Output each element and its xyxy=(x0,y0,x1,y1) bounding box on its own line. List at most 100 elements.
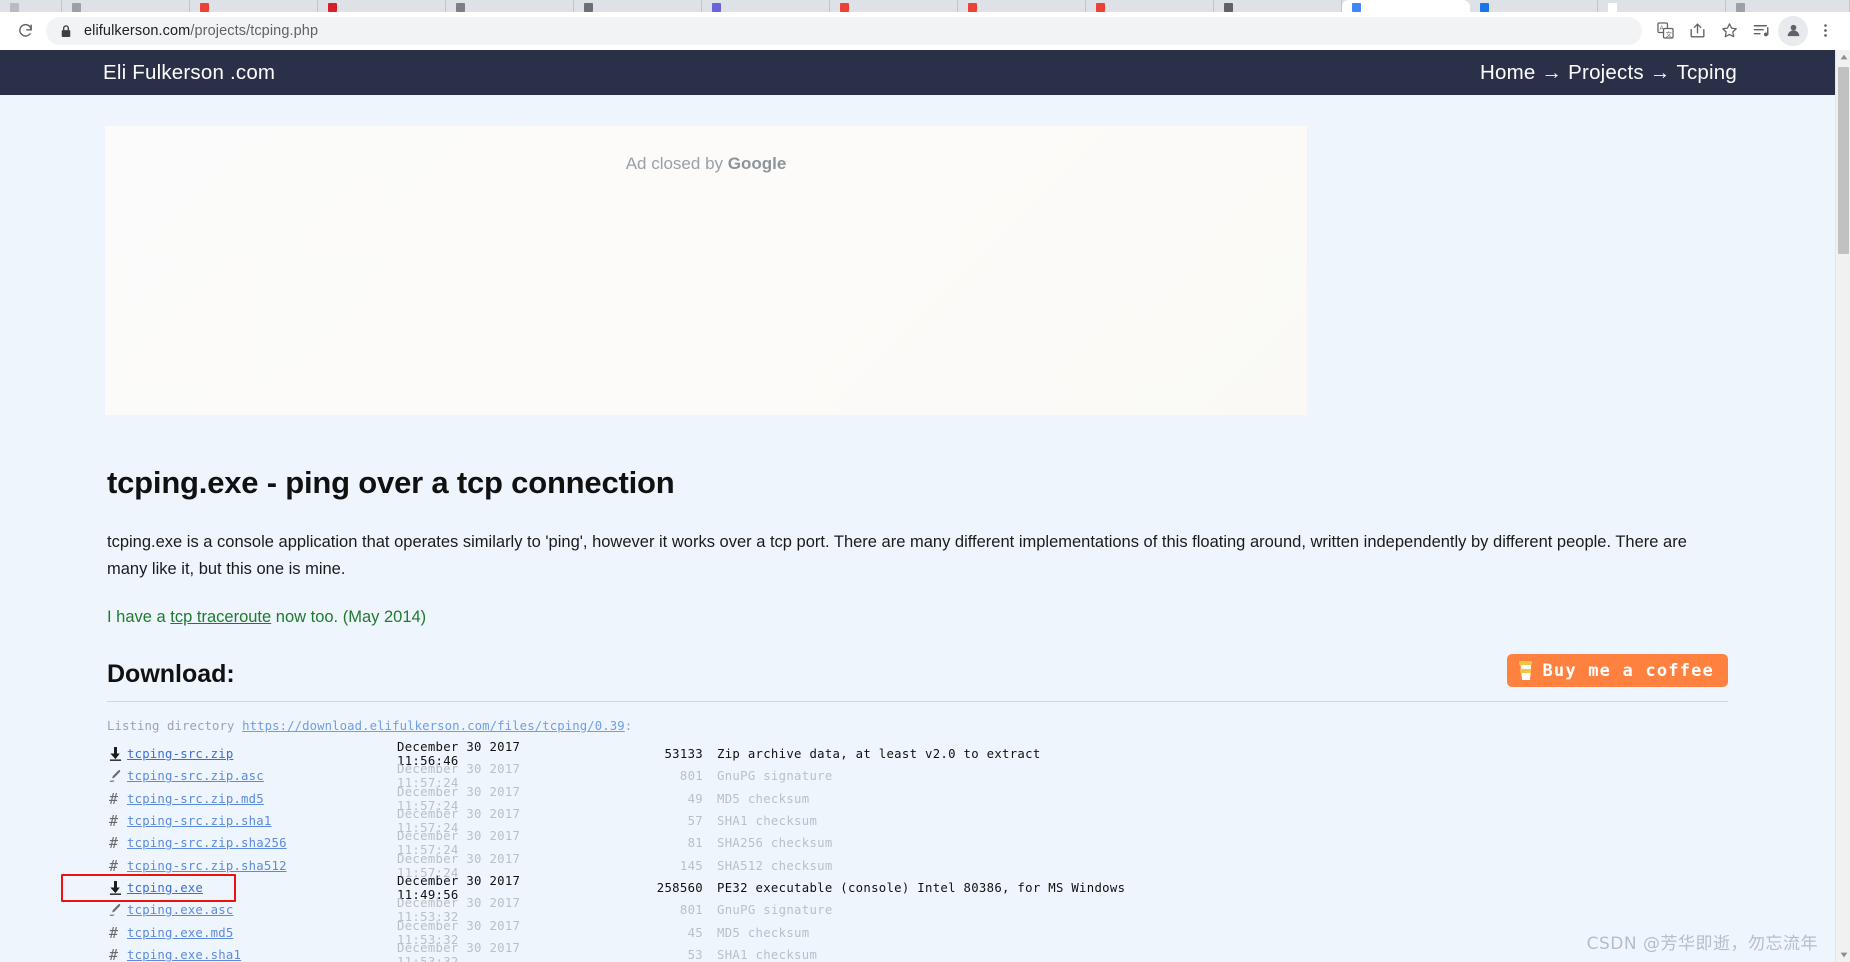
browser-tab-9[interactable] xyxy=(1086,0,1214,12)
file-description-cell: GnuPG signature xyxy=(717,903,833,918)
ad-slot: Ad closed by Google xyxy=(105,126,1307,415)
file-size-cell: 53 xyxy=(687,947,703,962)
lock-icon xyxy=(60,24,72,38)
browser-tab-7[interactable] xyxy=(830,0,958,12)
file-row: # tcping-src.zip.sha1 December 30 2017 11:… xyxy=(107,807,1728,835)
file-size-cell: 801 xyxy=(679,769,703,784)
file-name-cell: tcping-src.zip.md5 xyxy=(127,792,397,806)
file-row: tcping-src.zip December 30 2017 11:56:46 5… xyxy=(107,740,1728,768)
file-name-cell: tcping-src.zip.sha1 xyxy=(127,814,397,828)
note-suffix: now too. (May 2014) xyxy=(271,608,427,626)
download-heading: Download: xyxy=(107,660,235,688)
tab-favicon-icon xyxy=(10,3,19,12)
file-size-cell: 45 xyxy=(687,925,703,940)
breadcrumb-item-projects[interactable]: Projects xyxy=(1568,61,1644,84)
translate-icon[interactable]: A 文 xyxy=(1650,16,1680,46)
file-link-tcping-exe-sha1[interactable]: tcping.exe.sha1 xyxy=(127,948,241,962)
tcp-traceroute-link[interactable]: tcp traceroute xyxy=(170,608,271,626)
bookmark-star-icon[interactable] xyxy=(1714,16,1744,46)
browser-tab-4[interactable] xyxy=(446,0,574,12)
file-rows-container: tcping-src.zip December 30 2017 11:56:46 5… xyxy=(61,740,1728,962)
file-description-cell: GnuPG signature xyxy=(717,769,833,784)
browser-toolbar: elifulkerson.com/projects/tcping.php A 文 xyxy=(0,12,1850,50)
page-title: tcping.exe - ping over a tcp connection xyxy=(107,465,675,500)
address-bar[interactable]: elifulkerson.com/projects/tcping.php xyxy=(46,16,1642,45)
browser-tab-5[interactable] xyxy=(574,0,702,12)
scroll-up-arrow-icon[interactable] xyxy=(1836,50,1850,64)
file-link-tcping-src-zip[interactable]: tcping-src.zip xyxy=(127,747,233,761)
file-link-tcping-exe-asc[interactable]: tcping.exe.asc xyxy=(127,903,233,917)
file-link-tcping-exe[interactable]: tcping.exe xyxy=(127,881,203,895)
scroll-down-arrow-icon[interactable] xyxy=(1836,948,1850,962)
scrollbar-thumb[interactable] xyxy=(1838,67,1849,254)
browser-tab-3[interactable] xyxy=(318,0,446,12)
share-icon[interactable] xyxy=(1682,16,1712,46)
file-description-cell: SHA1 checksum xyxy=(717,947,818,962)
breadcrumb-item-tcping[interactable]: Tcping xyxy=(1677,61,1737,84)
file-description-cell: Zip archive data, at least v2.0 to extra… xyxy=(717,747,1041,762)
tab-favicon-icon xyxy=(1352,3,1361,12)
browser-tab-1[interactable] xyxy=(62,0,190,12)
browser-tab-11[interactable] xyxy=(1342,0,1470,12)
file-description-cell: PE32 executable (console) Intel 80386, f… xyxy=(717,880,1126,895)
file-size-cell: 81 xyxy=(687,836,703,851)
browser-tab-13[interactable] xyxy=(1598,0,1726,12)
browser-tab-strip[interactable] xyxy=(0,0,1850,12)
url-domain: elifulkerson.com xyxy=(84,22,191,39)
buy-me-a-coffee-button[interactable]: Buy me a coffee xyxy=(1507,654,1728,687)
browser-tab-12[interactable] xyxy=(1470,0,1598,12)
reading-list-icon[interactable] xyxy=(1746,16,1776,46)
tab-favicon-icon xyxy=(712,3,721,12)
file-link-tcping-src-zip-sha256[interactable]: tcping-src.zip.sha256 xyxy=(127,836,287,850)
profile-avatar-icon[interactable] xyxy=(1778,15,1808,46)
file-description-cell: MD5 checksum xyxy=(717,925,810,940)
file-link-tcping-src-zip-asc[interactable]: tcping-src.zip.asc xyxy=(127,769,264,783)
file-link-tcping-src-zip-sha512[interactable]: tcping-src.zip.sha512 xyxy=(127,859,287,873)
file-name-cell: tcping-src.zip.sha256 xyxy=(127,836,397,850)
browser-tab-0[interactable] xyxy=(0,0,62,12)
hash-icon: # xyxy=(109,923,119,942)
browser-tab-14[interactable] xyxy=(1726,0,1850,12)
browser-tab-8[interactable] xyxy=(958,0,1086,12)
browser-tab-10[interactable] xyxy=(1214,0,1342,12)
browser-tab-2[interactable] xyxy=(190,0,318,12)
address-bar-text: elifulkerson.com/projects/tcping.php xyxy=(84,23,318,39)
tab-favicon-icon xyxy=(200,3,209,12)
file-description-cell: SHA256 checksum xyxy=(717,836,833,851)
file-row: # tcping-src.zip.sha256 December 30 2017 1… xyxy=(107,829,1728,857)
tab-favicon-icon xyxy=(584,3,593,12)
hash-icon: # xyxy=(109,789,119,808)
url-path: /projects/tcping.php xyxy=(190,22,319,39)
file-row: tcping.exe December 30 2017 11:49:56 25856… xyxy=(61,873,1728,902)
listing-caption: Listing directory https://download.elifu… xyxy=(107,719,1728,733)
listing-directory-link[interactable]: https://download.elifulkerson.com/files/… xyxy=(242,719,625,733)
file-size-cell: 801 xyxy=(679,903,703,918)
file-size-cell: 145 xyxy=(679,858,703,873)
file-name-cell: tcping.exe.md5 xyxy=(127,926,397,940)
tab-favicon-icon xyxy=(72,3,81,12)
more-menu-icon[interactable] xyxy=(1810,16,1840,46)
reload-icon[interactable] xyxy=(10,16,40,46)
site-logo-title[interactable]: Eli Fulkerson .com xyxy=(103,61,275,85)
file-row: tcping-src.zip.asc December 30 2017 11:57… xyxy=(107,762,1728,790)
file-row: # tcping-src.zip.sha512 December 30 2017 1… xyxy=(107,852,1728,880)
file-link-tcping-src-zip-sha1[interactable]: tcping-src.zip.sha1 xyxy=(127,814,271,828)
breadcrumb-arrow-icon: → xyxy=(1649,60,1671,84)
page-scrollbar[interactable] xyxy=(1835,50,1850,962)
ad-closed-label: Ad closed by Google xyxy=(626,154,787,174)
file-row: # tcping.exe.md5 December 30 2017 11:53:32… xyxy=(107,919,1728,947)
file-name-cell: tcping.exe xyxy=(127,881,397,895)
listing-caption-prefix: Listing directory xyxy=(107,719,243,733)
download-icon xyxy=(109,747,127,762)
file-size-cell: 49 xyxy=(687,791,703,806)
signature-icon xyxy=(109,769,127,783)
file-listing: Listing directory https://download.elifu… xyxy=(61,719,1728,962)
page-viewport: Eli Fulkerson .com Home → Projects → Tcping … xyxy=(0,50,1850,962)
hash-icon: # xyxy=(109,834,119,853)
browser-tab-6[interactable] xyxy=(702,0,830,12)
tab-favicon-icon xyxy=(1096,3,1105,12)
file-link-tcping-exe-md5[interactable]: tcping.exe.md5 xyxy=(127,926,233,940)
main-content: tcping.exe - ping over a tcp connection … xyxy=(0,415,1835,962)
file-link-tcping-src-zip-md5[interactable]: tcping-src.zip.md5 xyxy=(127,792,264,806)
breadcrumb-item-home[interactable]: Home xyxy=(1480,61,1535,84)
